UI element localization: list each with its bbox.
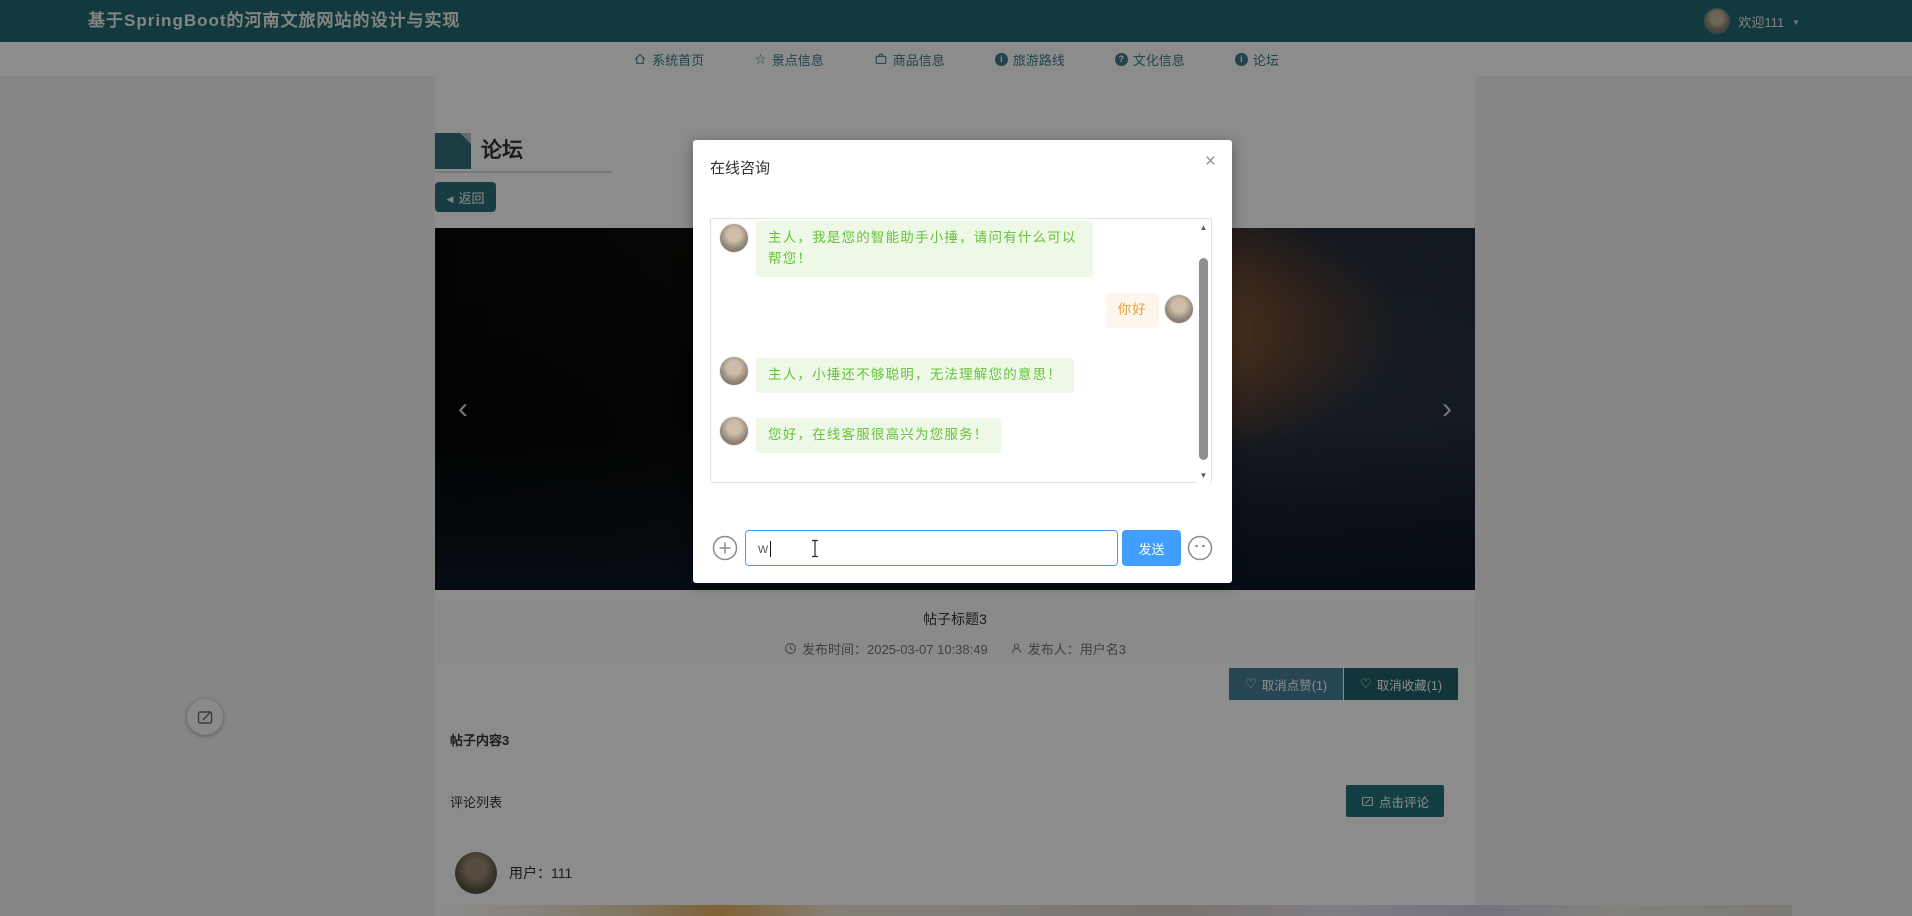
send-button[interactable]: 发送 — [1122, 530, 1181, 566]
bot-avatar — [719, 416, 749, 446]
plus-circle-icon — [712, 535, 738, 561]
smiley-icon — [1187, 535, 1213, 561]
chat-message-bot: 您好，在线客服很高兴为您服务！ — [756, 418, 1001, 453]
close-icon[interactable] — [1205, 151, 1216, 173]
app-window: 基于SpringBoot的河南文旅网站的设计与实现 欢迎111 系统首页 景点信… — [0, 0, 1912, 916]
chat-message-list: 主人，我是您的智能助手小捶，请问有什么可以帮您！ 你好 主人，小捶还不够聪明，无… — [710, 218, 1212, 483]
text-caret — [770, 541, 771, 557]
chat-dialog-title: 在线咨询 — [710, 160, 771, 177]
scroll-down-icon[interactable] — [1197, 471, 1210, 480]
ibeam-cursor-icon — [812, 539, 818, 558]
bot-avatar — [719, 356, 749, 386]
chat-dialog: 在线咨询 主人，我是您的智能助手小捶，请问有什么可以帮您！ 你好 主人，小捶还不… — [693, 140, 1232, 583]
chat-scrollbar[interactable] — [1197, 220, 1210, 483]
bot-avatar — [719, 223, 749, 253]
chat-message-bot: 主人，我是您的智能助手小捶，请问有什么可以帮您！ — [756, 221, 1093, 277]
chat-input-value: w — [758, 540, 769, 556]
attach-plus-button[interactable] — [712, 535, 738, 561]
scrollbar-thumb[interactable] — [1199, 258, 1208, 460]
user-avatar — [1164, 294, 1194, 324]
chat-message-bot: 主人，小捶还不够聪明，无法理解您的意思！ — [756, 358, 1074, 393]
scroll-up-icon[interactable] — [1197, 223, 1210, 232]
chat-input[interactable]: w — [745, 530, 1118, 566]
chat-message-user: 你好 — [1105, 293, 1159, 328]
emoji-button[interactable] — [1187, 535, 1213, 561]
